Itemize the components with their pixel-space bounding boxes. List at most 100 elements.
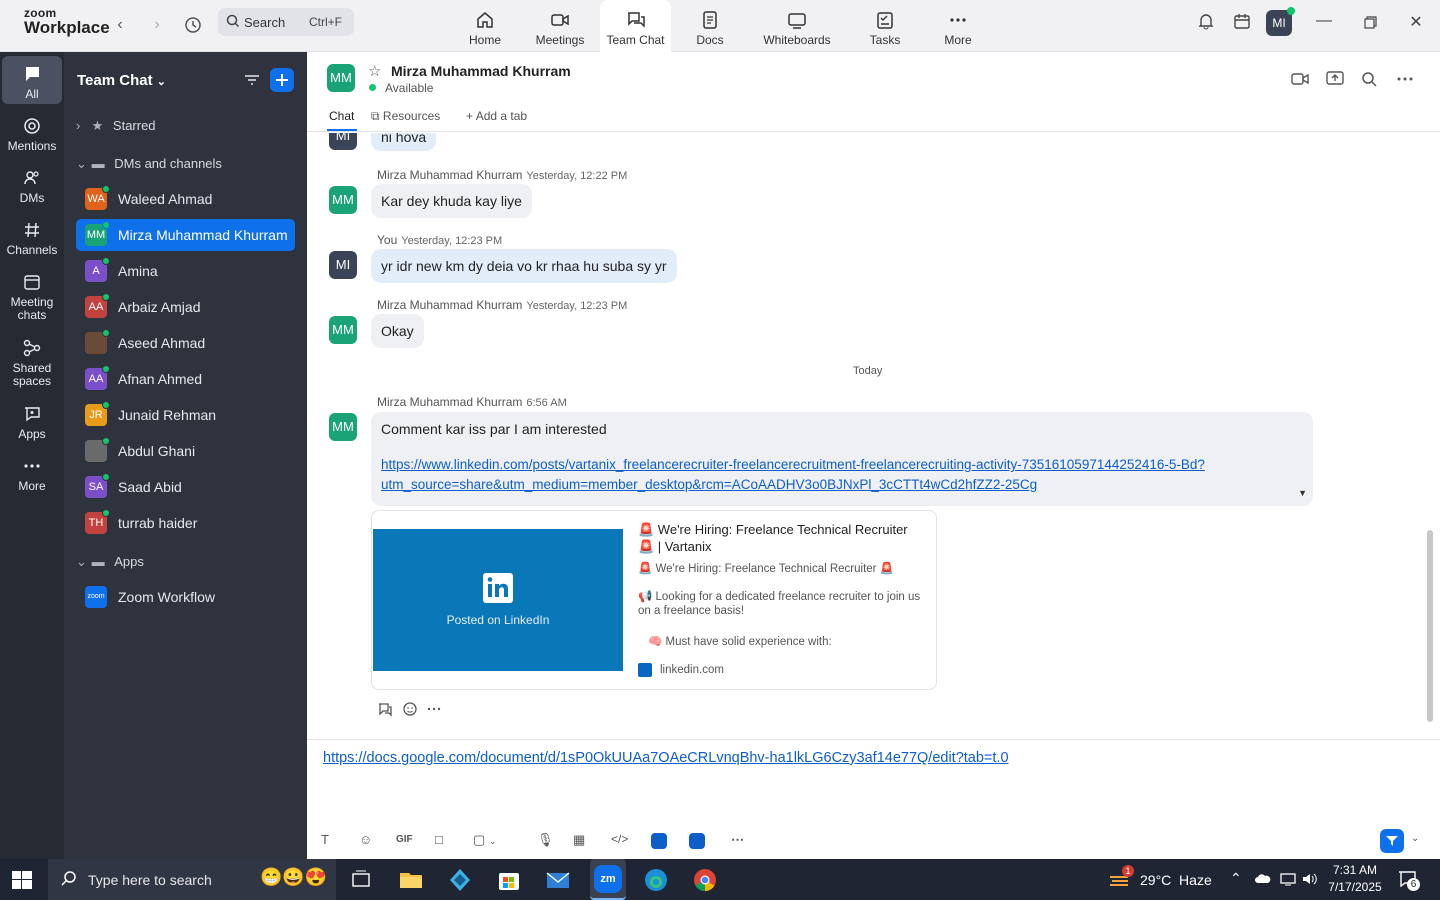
sidebar-item-contact[interactable]: A Amina [76, 255, 295, 287]
forward-arrow-icon[interactable]: › [145, 13, 169, 37]
expand-caret-icon[interactable]: ▼ [1298, 488, 1307, 498]
sidebar-title[interactable]: Team Chat ⌄ [77, 72, 166, 89]
video-call-icon[interactable] [1291, 71, 1309, 92]
linkedin-link[interactable]: https://www.linkedin.com/posts/vartanix_… [381, 457, 1205, 492]
rail-item-mentions[interactable]: Mentions [2, 108, 62, 156]
contact-avatar[interactable]: MM [327, 64, 355, 92]
notifications-bell-icon[interactable] [1193, 12, 1219, 34]
format-text-icon[interactable]: T [321, 832, 329, 847]
close-icon[interactable]: ✕ [1403, 12, 1429, 34]
message-bubble[interactable]: ni hova [371, 133, 437, 151]
sidebar-item-contact[interactable]: AA Arbaiz Amjad [76, 291, 295, 323]
rail-item-dms[interactable]: DMs [2, 160, 62, 208]
rail-item-channels[interactable]: Channels [2, 212, 62, 260]
microsoft-store-icon[interactable] [494, 865, 524, 895]
message-bubble[interactable]: yr idr new km dy deia vo kr rhaa hu suba… [371, 249, 677, 283]
screenshot-icon[interactable]: ▢ ⌄ [473, 832, 496, 848]
back-arrow-icon[interactable]: ‹ [108, 13, 132, 37]
contact-avatar: MM [85, 221, 110, 246]
nav-tab-docs[interactable]: Docs [688, 0, 732, 52]
sidebar-item-contact[interactable]: Abdul Ghani [76, 435, 295, 467]
gif-icon[interactable]: GIF [396, 834, 413, 845]
chrome-browser-icon[interactable] [690, 865, 720, 895]
section-starred[interactable]: › ★ Starred [76, 118, 156, 134]
task-view-icon[interactable] [346, 865, 376, 895]
message-bubble[interactable]: Kar dey khuda kay liye [371, 184, 532, 218]
chevron-up-icon[interactable]: ⌃ [1230, 870, 1242, 887]
microphone-icon[interactable]: 🎙︎ [537, 832, 554, 848]
tab-resources[interactable]: ⧉ Resources [371, 109, 440, 124]
profile-avatar[interactable]: MI [1266, 7, 1295, 36]
video-message-icon[interactable]: ▦ [573, 832, 585, 848]
nav-tab-more[interactable]: More [938, 0, 978, 52]
emoji-reaction-icon[interactable] [402, 701, 418, 722]
nav-tab-whiteboards[interactable]: Whiteboards [758, 0, 836, 52]
app-shortcut-icon[interactable] [651, 833, 667, 849]
weather-icon[interactable]: 1 [1108, 865, 1134, 896]
link-preview-card[interactable]: Posted on LinkedIn 🚨 We're Hiring: Freel… [371, 510, 937, 690]
minimize-icon[interactable]: — [1311, 12, 1337, 34]
more-options-icon[interactable] [1396, 71, 1414, 92]
share-screen-icon[interactable] [1326, 70, 1344, 91]
section-apps[interactable]: ⌄ ▬ Apps [76, 554, 144, 570]
system-clock[interactable]: 7:31 AM 7/17/2025 [1326, 862, 1384, 896]
sidebar-item-zoom-workflow[interactable]: zoom Zoom Workflow [76, 581, 295, 613]
mail-icon[interactable] [543, 865, 573, 895]
send-button[interactable] [1380, 829, 1404, 853]
nav-tab-tasks[interactable]: Tasks [862, 0, 908, 52]
sidebar-item-contact[interactable]: TH turrab haider [76, 507, 295, 539]
reply-icon[interactable] [377, 701, 393, 722]
send-options-chevron-icon[interactable]: ⌄ [1411, 833, 1419, 844]
notification-center-icon[interactable]: 6 [1397, 870, 1420, 893]
sidebar-item-contact[interactable]: AA Afnan Ahmed [76, 363, 295, 395]
onedrive-icon[interactable] [1254, 871, 1272, 892]
sidebar-item-contact[interactable]: JR Junaid Rehman [76, 399, 295, 431]
weather-text[interactable]: 29°C Haze [1140, 872, 1212, 888]
rail-item-meeting-chats[interactable]: Meeting chats [2, 264, 62, 326]
sidebar-item-contact[interactable]: SA Saad Abid [76, 471, 295, 503]
rail-item-all[interactable]: All [2, 56, 62, 104]
taskbar-search-box[interactable]: Type here to search 😁😀😍 [48, 859, 336, 900]
message-bubble[interactable]: Comment kar iss par I am interested http… [371, 412, 1313, 506]
edge-browser-icon[interactable] [641, 865, 671, 895]
add-tab-button[interactable]: + Add a tab [466, 109, 527, 123]
search-icon[interactable] [1361, 71, 1377, 92]
tab-chat[interactable]: Chat [329, 109, 354, 123]
new-chat-button[interactable] [270, 68, 294, 92]
nav-tab-team-chat[interactable]: Team Chat [600, 0, 671, 52]
emoji-icon[interactable]: ☺ [359, 832, 372, 847]
weather-badge: 1 [1122, 865, 1134, 877]
rail-item-shared-spaces[interactable]: Shared spaces [2, 330, 62, 392]
file-icon[interactable]: □ [435, 832, 443, 847]
message-bubble[interactable]: Okay [371, 314, 424, 348]
volume-icon[interactable] [1301, 871, 1319, 892]
network-icon[interactable] [1279, 871, 1297, 892]
app-shortcut-icon[interactable] [689, 833, 705, 849]
composer-input[interactable]: https://docs.google.com/document/d/1sP0O… [323, 750, 1413, 766]
nav-tab-meetings[interactable]: Meetings [530, 0, 590, 52]
windows-start-icon[interactable] [12, 871, 32, 889]
sidebar-item-contact[interactable]: MM Mirza Muhammad Khurram [76, 219, 295, 251]
message-more-icon[interactable] [427, 701, 441, 722]
star-icon[interactable]: ☆ [368, 62, 381, 80]
sidebar-item-contact[interactable]: WA Waleed Ahmad [76, 183, 295, 215]
app-icon[interactable] [445, 865, 475, 895]
rail-item-apps[interactable]: Apps [2, 396, 62, 444]
maximize-icon[interactable] [1357, 12, 1383, 34]
contact-name[interactable]: Mirza Muhammad Khurram [391, 63, 571, 79]
section-dms-and-channels[interactable]: ⌄ ▬ DMs and channels [76, 156, 222, 172]
message-composer[interactable]: https://docs.google.com/document/d/1sP0O… [307, 739, 1440, 859]
filter-icon[interactable] [240, 68, 264, 92]
code-snippet-icon[interactable]: </> [611, 832, 628, 846]
rail-item-more[interactable]: More [2, 448, 62, 496]
scrollbar-thumb[interactable] [1427, 530, 1433, 722]
calendar-icon[interactable] [1229, 12, 1255, 34]
zoom-logo: zoom Workplace [24, 6, 110, 37]
file-explorer-icon[interactable] [396, 865, 426, 895]
zoom-taskbar-icon[interactable]: zm [590, 859, 626, 900]
nav-tab-home[interactable]: Home [460, 0, 510, 52]
search-input[interactable]: Search Ctrl+F [218, 8, 354, 36]
more-tools-icon[interactable]: ⋯ [731, 832, 744, 848]
sidebar-item-contact[interactable]: Aseed Ahmad [76, 327, 295, 359]
history-icon[interactable] [181, 13, 205, 37]
